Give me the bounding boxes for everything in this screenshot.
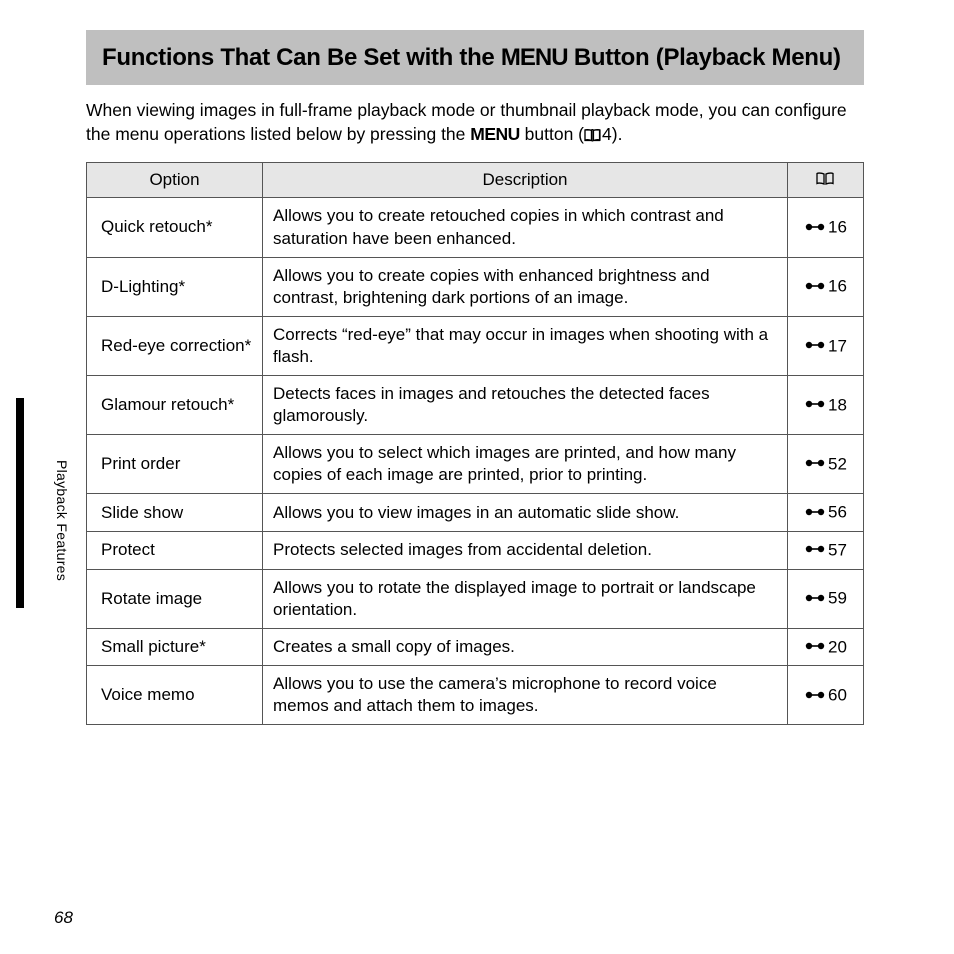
options-table: Option Description Quick retouch*Allows … [86,162,864,725]
section-tab-block [16,398,24,608]
reference-number: 59 [828,589,847,608]
option-cell: Small picture* [87,628,263,666]
reference-icon [804,276,826,298]
option-cell: D-Lighting* [87,257,263,316]
table-row: Quick retouch*Allows you to create retou… [87,198,864,257]
description-cell: Allows you to use the camera’s microphon… [263,666,788,725]
title-prefix: Functions That Can Be Set with the [102,44,501,71]
description-cell: Creates a small copy of images. [263,628,788,666]
reference-icon [804,636,826,658]
reference-cell: 52 [788,435,864,494]
description-cell: Allows you to create copies with enhance… [263,257,788,316]
table-row: Slide showAllows you to view images in a… [87,494,864,532]
table-row: Rotate imageAllows you to rotate the dis… [87,569,864,628]
description-cell: Allows you to view images in an automati… [263,494,788,532]
page-number: 68 [54,908,73,928]
page-title: Functions That Can Be Set with the MENU … [86,30,864,85]
intro-paragraph: When viewing images in full-frame playba… [86,99,864,148]
reference-cell: 16 [788,198,864,257]
reference-icon [804,453,826,475]
option-cell: Quick retouch* [87,198,263,257]
option-cell: Protect [87,531,263,569]
reference-number: 60 [828,686,847,705]
reference-icon [804,588,826,610]
reference-number: 57 [828,540,847,559]
reference-icon [804,539,826,561]
book-icon [584,125,601,149]
title-suffix: Button (Playback Menu) [568,44,841,71]
column-header-option: Option [87,163,263,198]
reference-icon [804,502,826,524]
column-header-description: Description [263,163,788,198]
intro-text-mid: button ( [520,124,584,144]
table-header-row: Option Description [87,163,864,198]
description-cell: Detects faces in images and retouches th… [263,376,788,435]
reference-number: 56 [828,503,847,522]
description-cell: Corrects “red-eye” that may occur in ima… [263,316,788,375]
reference-cell: 57 [788,531,864,569]
table-row: Small picture*Creates a small copy of im… [87,628,864,666]
table-row: Print orderAllows you to select which im… [87,435,864,494]
reference-number: 17 [828,336,847,355]
reference-cell: 59 [788,569,864,628]
option-cell: Slide show [87,494,263,532]
description-cell: Allows you to select which images are pr… [263,435,788,494]
column-header-reference [788,163,864,198]
description-cell: Protects selected images from accidental… [263,531,788,569]
reference-cell: 17 [788,316,864,375]
book-icon [816,171,834,191]
reference-icon [804,685,826,707]
option-cell: Rotate image [87,569,263,628]
section-side-label: Playback Features [54,460,70,581]
intro-text-1: When viewing images in full-frame playba… [86,100,847,144]
option-cell: Red-eye correction* [87,316,263,375]
intro-ref-number: 4 [602,124,612,144]
option-cell: Voice memo [87,666,263,725]
reference-cell: 60 [788,666,864,725]
description-cell: Allows you to create retouched copies in… [263,198,788,257]
table-row: Voice memoAllows you to use the camera’s… [87,666,864,725]
table-row: ProtectProtects selected images from acc… [87,531,864,569]
table-row: D-Lighting*Allows you to create copies w… [87,257,864,316]
description-cell: Allows you to rotate the displayed image… [263,569,788,628]
menu-glyph: MENU [470,124,520,144]
reference-number: 16 [828,277,847,296]
option-cell: Print order [87,435,263,494]
table-row: Red-eye correction*Corrects “red-eye” th… [87,316,864,375]
reference-number: 16 [828,218,847,237]
menu-glyph: MENU [501,44,568,71]
table-row: Glamour retouch*Detects faces in images … [87,376,864,435]
reference-cell: 16 [788,257,864,316]
option-cell: Glamour retouch* [87,376,263,435]
reference-icon [804,217,826,239]
intro-text-end: ). [612,124,623,144]
reference-cell: 18 [788,376,864,435]
reference-cell: 20 [788,628,864,666]
reference-cell: 56 [788,494,864,532]
reference-icon [804,335,826,357]
reference-number: 18 [828,395,847,414]
reference-number: 20 [828,637,847,656]
page-content: Functions That Can Be Set with the MENU … [86,30,864,725]
reference-number: 52 [828,454,847,473]
reference-icon [804,394,826,416]
